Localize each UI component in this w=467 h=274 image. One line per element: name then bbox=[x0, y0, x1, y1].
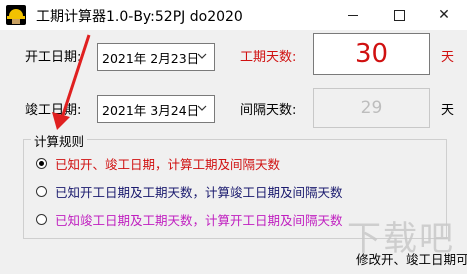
status-bar: 修改开、竣工日期可 bbox=[0, 245, 467, 274]
status-text: 修改开、竣工日期可 bbox=[356, 252, 467, 267]
